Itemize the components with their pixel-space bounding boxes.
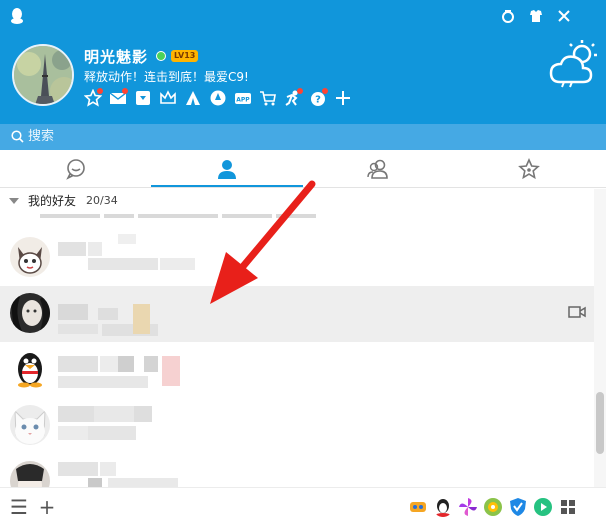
qq-logo-icon bbox=[11, 8, 23, 24]
app-tray bbox=[408, 497, 578, 517]
friend-avatar[interactable] bbox=[10, 293, 50, 333]
skin-icon[interactable] bbox=[499, 7, 517, 25]
bottom-toolbar: ☰ + bbox=[0, 487, 606, 527]
friend-row[interactable] bbox=[0, 398, 594, 454]
nickname[interactable]: 明光魅影 bbox=[84, 46, 148, 67]
friend-row[interactable] bbox=[0, 342, 594, 398]
blurred-friend-name bbox=[58, 350, 208, 390]
pinwheel-icon[interactable] bbox=[458, 497, 478, 517]
security-shield-icon[interactable] bbox=[508, 497, 528, 517]
blurred-friend-name bbox=[58, 294, 208, 336]
browser-icon[interactable] bbox=[208, 88, 228, 108]
blurred-friend-name bbox=[58, 406, 208, 446]
music-icon[interactable] bbox=[483, 497, 503, 517]
friend-row[interactable] bbox=[0, 454, 594, 487]
app-icon[interactable]: APP bbox=[233, 88, 253, 108]
shirt-icon[interactable] bbox=[527, 7, 545, 25]
blurred-friend-name bbox=[58, 462, 208, 487]
group-count: 20/34 bbox=[86, 194, 118, 207]
search-label: 搜索 bbox=[28, 129, 55, 144]
search-icon bbox=[11, 130, 24, 143]
close-icon[interactable] bbox=[555, 7, 573, 25]
qq-show-icon[interactable] bbox=[433, 497, 453, 517]
plus-icon[interactable] bbox=[333, 88, 353, 108]
level-badge[interactable]: LV13 bbox=[171, 50, 199, 62]
search-bar[interactable]: 搜索 bbox=[0, 124, 606, 150]
group-name: 我的好友 bbox=[28, 194, 77, 208]
expand-arrow-icon[interactable] bbox=[9, 198, 19, 204]
online-status-icon[interactable] bbox=[156, 51, 166, 61]
star-icon[interactable] bbox=[83, 88, 103, 108]
title-bar: 明光魅影 LV13 释放动作！连击到底！最爱C9! APP ? bbox=[0, 0, 606, 124]
blurred-friend-name bbox=[58, 234, 208, 278]
mail-icon[interactable] bbox=[108, 88, 128, 108]
video-call-icon[interactable] bbox=[568, 305, 586, 319]
tent-icon[interactable] bbox=[183, 88, 203, 108]
cart-icon[interactable] bbox=[258, 88, 278, 108]
star-outline-icon bbox=[517, 158, 540, 180]
annotation-arrow-icon bbox=[210, 180, 316, 304]
tab-favorites[interactable] bbox=[453, 150, 604, 188]
group-icon bbox=[366, 159, 388, 179]
app-grid-icon[interactable] bbox=[558, 497, 578, 517]
game-icon[interactable] bbox=[283, 88, 303, 108]
signature[interactable]: 释放动作！连击到底！最爱C9! bbox=[84, 68, 249, 85]
crown-icon[interactable] bbox=[158, 88, 178, 108]
friend-avatar[interactable] bbox=[10, 349, 50, 389]
badge-icon[interactable]: ? bbox=[308, 88, 328, 108]
weather-icon[interactable] bbox=[548, 38, 600, 88]
friend-avatar[interactable] bbox=[10, 405, 50, 445]
svg-text:?: ? bbox=[315, 95, 321, 106]
friend-avatar[interactable] bbox=[10, 237, 50, 277]
friend-avatar[interactable] bbox=[10, 461, 50, 487]
tab-groups[interactable] bbox=[302, 150, 453, 188]
main-menu-button[interactable]: ☰ bbox=[8, 496, 30, 518]
tab-messages[interactable] bbox=[0, 150, 151, 188]
chat-bubble-icon bbox=[65, 159, 85, 180]
video-player-icon[interactable] bbox=[533, 497, 553, 517]
calendar-icon[interactable] bbox=[133, 88, 153, 108]
scrollbar-thumb[interactable] bbox=[596, 392, 604, 454]
game-center-icon[interactable] bbox=[408, 497, 428, 517]
svg-text:APP: APP bbox=[236, 97, 250, 104]
add-button[interactable]: + bbox=[36, 496, 58, 518]
user-avatar[interactable] bbox=[12, 44, 74, 106]
person-icon bbox=[217, 160, 236, 179]
app-shortcuts: APP ? bbox=[83, 88, 353, 108]
